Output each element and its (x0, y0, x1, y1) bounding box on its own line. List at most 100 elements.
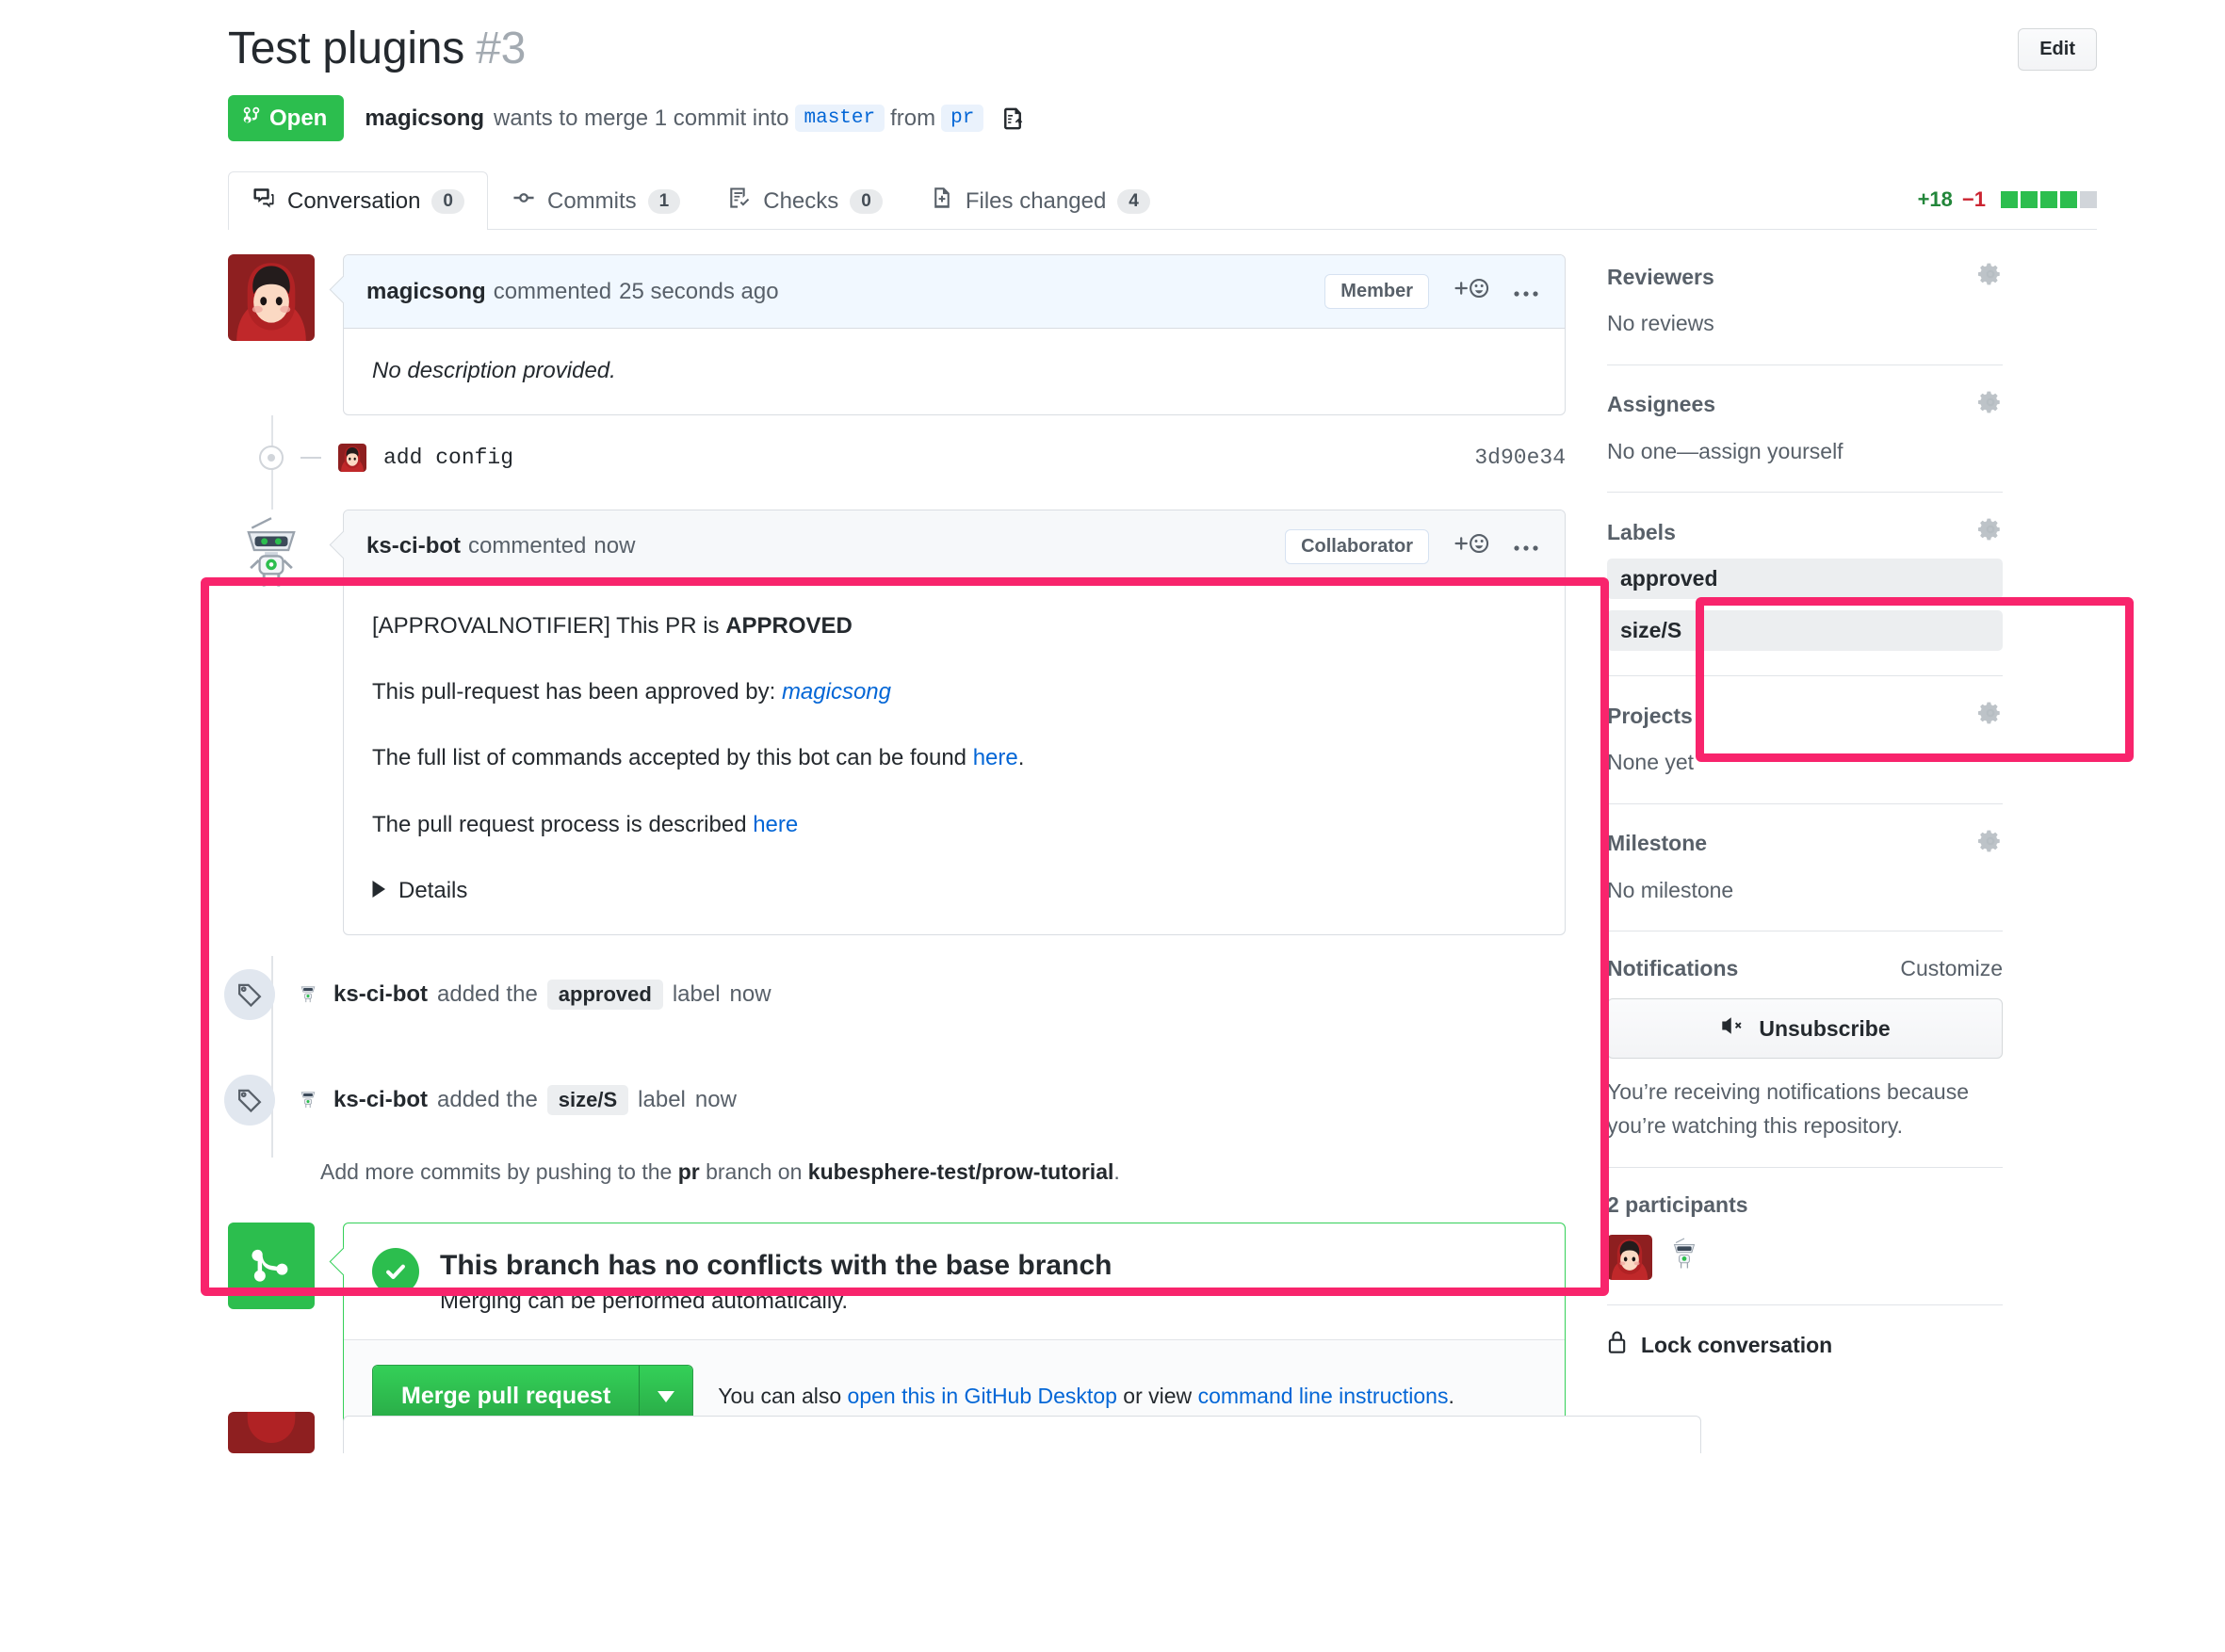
unsubscribe-button[interactable]: Unsubscribe (1607, 998, 2003, 1060)
comment-action: commented (493, 278, 612, 304)
avatar[interactable] (228, 254, 315, 342)
add-reaction-icon[interactable] (1450, 275, 1491, 308)
tab-checks[interactable]: Checks 0 (704, 171, 906, 230)
tab-count: 0 (431, 188, 464, 214)
sidebar-labels-header: Labels (1607, 517, 2003, 547)
avatar-bot[interactable] (1665, 1235, 1711, 1280)
tab-commits[interactable]: Commits 1 (488, 171, 704, 230)
lock-icon (1607, 1330, 1630, 1360)
tab-count: 4 (1117, 188, 1150, 214)
push-note-suffix: . (1113, 1158, 1120, 1184)
gear-icon[interactable] (1978, 262, 2003, 292)
comment-author[interactable]: magicsong (366, 279, 486, 305)
merge-note-middle: or view (1116, 1384, 1198, 1409)
gear-icon[interactable] (1978, 390, 2003, 420)
sidebar-section-assignees: Assignees No one—assign yourself (1607, 390, 2003, 494)
notifications-note: You’re receiving notifications because y… (1607, 1079, 1970, 1138)
new-comment-box[interactable] (343, 1416, 1701, 1454)
timeline-event-label-size: ks-ci-bot added the size/S label now (224, 1061, 1566, 1139)
details-disclosure[interactable]: Details (372, 873, 1536, 909)
participants-title: 2 participants (1607, 1192, 1748, 1218)
merge-subheading: Merging can be performed automatically. (440, 1288, 849, 1315)
diff-block (2080, 191, 2097, 209)
commands-suffix: . (1017, 745, 1025, 771)
mute-icon (1719, 1014, 1747, 1043)
diff-block (2001, 191, 2018, 209)
commit-sha[interactable]: 3d90e34 (1474, 445, 1566, 470)
edit-button[interactable]: Edit (2018, 28, 2097, 71)
commands-line: The full list of commands accepted by th… (372, 740, 1536, 776)
pull-request-page: Test plugins #3 Edit Open magicsong wants… (0, 0, 2225, 1454)
tab-label: Checks (763, 187, 839, 214)
commit-message[interactable]: add config (383, 445, 513, 470)
page-title: Test plugins #3 (228, 23, 526, 74)
push-note: Add more commits by pushing to the pr br… (320, 1159, 1566, 1185)
process-link[interactable]: here (753, 812, 798, 837)
approver-link[interactable]: magicsong (782, 679, 891, 705)
comment-header: ks-ci-bot commented now Collaborator (344, 510, 1565, 584)
comment-author[interactable]: ks-ci-bot (366, 533, 461, 559)
commands-link[interactable]: here (973, 745, 1018, 770)
role-badge: Collaborator (1285, 528, 1429, 564)
gear-icon[interactable] (1978, 517, 2003, 547)
comment-time: 25 seconds ago (619, 278, 779, 304)
event-text: ks-ci-bot added the size/S label now (296, 1084, 737, 1115)
event-actor[interactable]: ks-ci-bot (333, 1087, 428, 1113)
sidebar-assignees-header: Assignees (1607, 390, 2003, 420)
avatar[interactable] (228, 1412, 315, 1454)
tab-conversation[interactable]: Conversation 0 (228, 171, 488, 231)
gear-icon[interactable] (1978, 829, 2003, 859)
status-badge: Open (228, 95, 345, 142)
avatar-bot[interactable] (228, 509, 315, 596)
tab-label: Files changed (965, 187, 1107, 214)
kebab-menu-icon[interactable] (1512, 533, 1542, 559)
pr-author[interactable]: magicsong (365, 105, 484, 132)
git-commit-icon (512, 186, 536, 217)
tab-files-changed[interactable]: Files changed 4 (906, 171, 1174, 230)
lock-conversation-button[interactable]: Lock conversation (1607, 1330, 2003, 1360)
event-label-chip[interactable]: approved (546, 979, 663, 1010)
avatar[interactable] (1607, 1235, 1652, 1281)
conversation-timeline: magicsong commented 25 seconds ago Membe… (224, 254, 1566, 1454)
merge-note: You can also open this in GitHub Desktop… (718, 1384, 1454, 1409)
sidebar-projects-header: Projects (1607, 701, 2003, 731)
github-desktop-link[interactable]: open this in GitHub Desktop (848, 1384, 1117, 1408)
base-branch-chip[interactable]: master (794, 105, 885, 133)
pr-number: #3 (476, 24, 527, 73)
comment-body: [APPROVALNOTIFIER] This PR is APPROVED T… (344, 584, 1565, 934)
lock-conversation-label: Lock conversation (1641, 1332, 1833, 1357)
avatar-bot-small[interactable] (296, 1085, 324, 1114)
sidebar-label-item[interactable]: approved (1607, 559, 2003, 600)
comment-text: No description provided. (372, 358, 616, 384)
approved-by-line: This pull-request has been approved by: … (372, 674, 1536, 710)
avatar-bot-small[interactable] (296, 980, 324, 1009)
approval-status: APPROVED (725, 612, 853, 639)
customize-link[interactable]: Customize (1900, 956, 2003, 981)
comment-header: magicsong commented 25 seconds ago Membe… (344, 255, 1565, 330)
sidebar-section-milestone: Milestone No milestone (1607, 829, 2003, 932)
head-branch-chip[interactable]: pr (941, 105, 984, 133)
add-reaction-icon[interactable] (1450, 530, 1491, 563)
sidebar-labels-title: Labels (1607, 519, 1676, 544)
commands-prefix: The full list of commands accepted by th… (372, 745, 973, 771)
comment-time: now (593, 533, 636, 559)
triangle-right-icon (372, 873, 387, 909)
diff-block (2060, 191, 2077, 209)
sidebar-assignees-title: Assignees (1607, 392, 1716, 417)
event-label-chip[interactable]: size/S (546, 1084, 629, 1115)
command-line-link[interactable]: command line instructions (1198, 1384, 1449, 1408)
avatar[interactable] (338, 443, 366, 472)
event-verb: added the (437, 1086, 538, 1112)
process-line: The pull request process is described he… (372, 807, 1536, 843)
kebab-menu-icon[interactable] (1512, 279, 1542, 305)
merge-note-prefix: You can also (718, 1384, 848, 1409)
copy-branch-icon[interactable] (1000, 105, 1025, 132)
gear-icon[interactable] (1978, 701, 2003, 731)
sidebar-section-participants: 2 participants (1607, 1192, 2003, 1306)
file-diff-icon (930, 186, 954, 217)
sidebar-label-item[interactable]: size/S (1607, 610, 2003, 652)
comment-action: commented (468, 533, 587, 559)
comment-discussion-icon (252, 186, 276, 217)
event-actor[interactable]: ks-ci-bot (333, 981, 428, 1008)
pr-tabbar: Conversation 0 Commits 1 Checks 0 Files … (228, 171, 2097, 231)
